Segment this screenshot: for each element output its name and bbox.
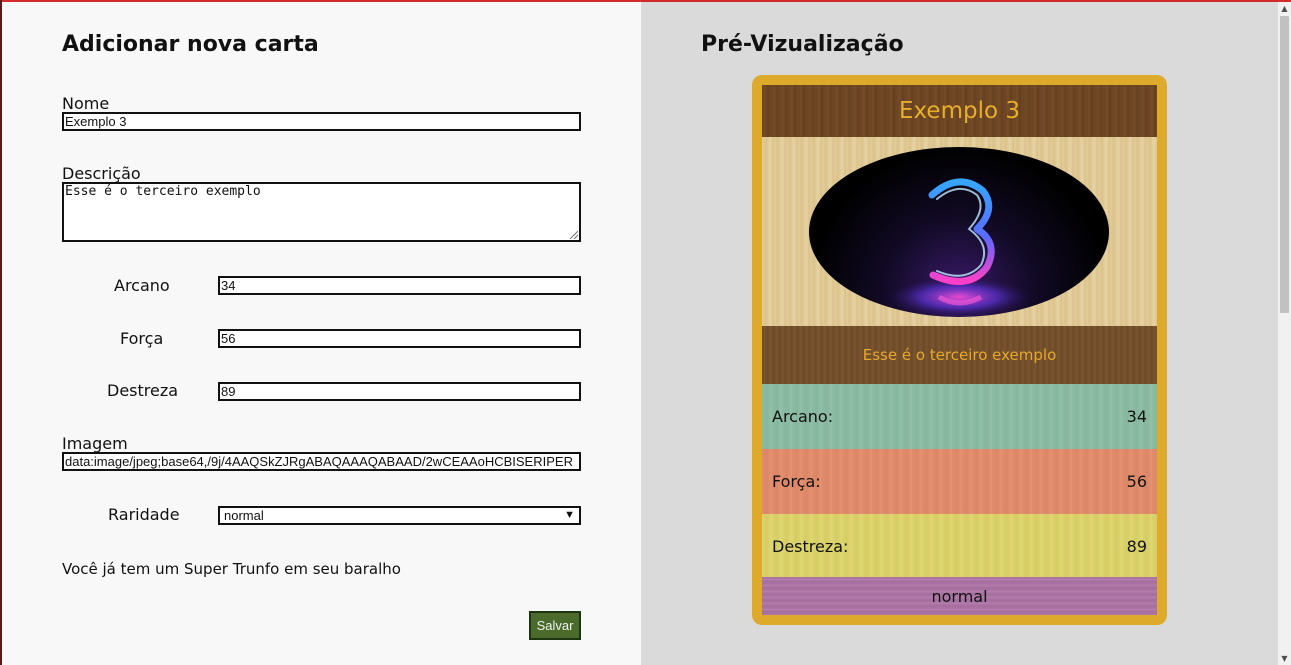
stat-label: Arcano: bbox=[772, 407, 834, 426]
name-input[interactable]: Exemplo 3 bbox=[62, 112, 581, 131]
forca-input[interactable]: 56 bbox=[218, 329, 581, 348]
card-rarity: normal bbox=[762, 577, 1157, 615]
rarity-label: Raridade bbox=[108, 505, 180, 524]
description-label: Descrição bbox=[62, 164, 141, 183]
card-stat-forca: Força: 56 bbox=[762, 449, 1157, 514]
card-preview-panel: Pré-Vizualização Exemplo 3 Esse é o terc… bbox=[641, 2, 1278, 665]
card-stat-arcano: Arcano: 34 bbox=[762, 384, 1157, 449]
scroll-down-icon[interactable]: ▼ bbox=[1278, 652, 1291, 665]
preview-title: Pré-Vizualização bbox=[701, 32, 904, 57]
stat-value: 89 bbox=[1126, 537, 1147, 556]
destreza-label: Destreza bbox=[107, 381, 179, 400]
image-label: Imagem bbox=[62, 434, 128, 453]
card-description: Esse é o terceiro exemplo bbox=[762, 326, 1157, 384]
scrollbar-thumb[interactable] bbox=[1280, 16, 1289, 313]
arcano-label: Arcano bbox=[114, 276, 170, 295]
super-trunfo-message: Você já tem um Super Trunfo em seu baral… bbox=[62, 560, 401, 578]
destreza-input[interactable]: 89 bbox=[218, 382, 581, 401]
scroll-up-icon[interactable]: ▲ bbox=[1278, 2, 1291, 15]
stat-value: 34 bbox=[1126, 407, 1147, 426]
forca-label: Força bbox=[120, 329, 164, 348]
card-name: Exemplo 3 bbox=[762, 85, 1157, 137]
card-stat-destreza: Destreza: 89 bbox=[762, 514, 1157, 579]
card-inner: Exemplo 3 Esse é o terceiro exemplo Arca… bbox=[762, 85, 1157, 615]
arcano-input[interactable]: 34 bbox=[218, 276, 581, 295]
description-textarea[interactable]: Esse é o terceiro exemplo bbox=[62, 182, 581, 242]
image-url-input[interactable]: data:image/jpeg;base64,/9j/4AAQSkZJRgABA… bbox=[62, 452, 581, 471]
new-card-form: Adicionar nova carta Nome Exemplo 3 Desc… bbox=[2, 2, 641, 665]
name-label: Nome bbox=[62, 94, 110, 113]
neon-three-graphic bbox=[879, 178, 1039, 317]
stat-label: Destreza: bbox=[772, 537, 849, 556]
resize-grip-icon[interactable] bbox=[570, 231, 578, 239]
form-title: Adicionar nova carta bbox=[62, 32, 319, 57]
description-text: Esse é o terceiro exemplo bbox=[65, 184, 261, 199]
chevron-down-icon: ▼ bbox=[564, 509, 575, 521]
card-image-frame bbox=[762, 137, 1157, 326]
card-preview: Exemplo 3 Esse é o terceiro exemplo Arca… bbox=[752, 75, 1167, 625]
stat-label: Força: bbox=[772, 472, 821, 491]
stat-value: 56 bbox=[1126, 472, 1147, 491]
save-button[interactable]: Salvar bbox=[529, 611, 581, 640]
neon-number-3-image bbox=[809, 147, 1109, 317]
rarity-selected-value: normal bbox=[224, 508, 264, 523]
rarity-select[interactable]: normal ▼ bbox=[218, 506, 581, 525]
vertical-scrollbar[interactable]: ▲ ▼ bbox=[1278, 2, 1291, 665]
